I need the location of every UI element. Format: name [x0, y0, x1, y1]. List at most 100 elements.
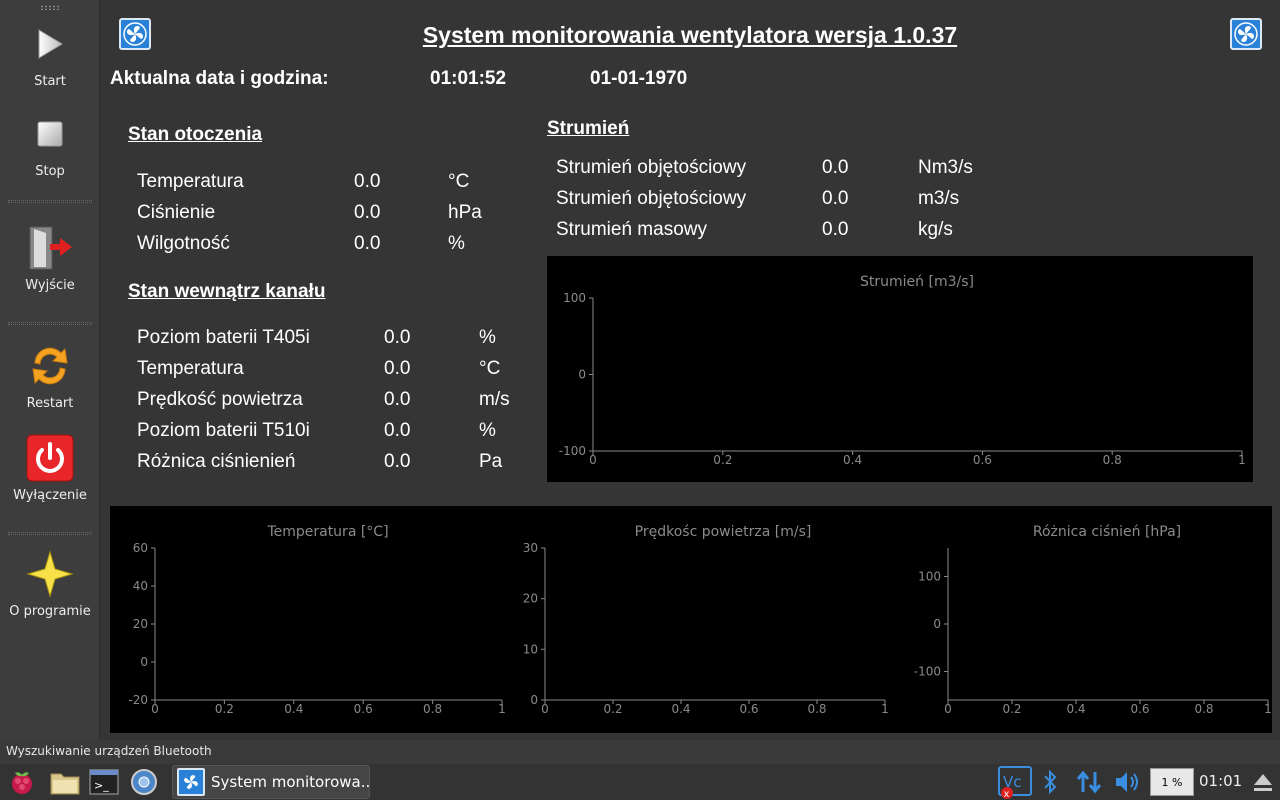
x-tick-label: 0.2 [215, 702, 234, 716]
y-tick-label: 20 [523, 592, 538, 606]
x-tick-label: 0.8 [1103, 453, 1122, 467]
restart-button[interactable]: Restart [0, 340, 100, 411]
folder-icon[interactable] [48, 766, 82, 798]
x-tick-label: 0.4 [1066, 702, 1085, 716]
duct-heading: Stan wewnątrz kanału [128, 281, 326, 302]
flow-unit: kg/s [918, 219, 953, 240]
y-tick-label: 0 [933, 617, 941, 631]
drag-grip[interactable] [40, 5, 60, 10]
flow-label: Strumień objętościowy [556, 188, 747, 209]
x-tick-label: 0.4 [284, 702, 303, 716]
flow-unit: Nm3/s [918, 157, 973, 178]
taskbar-clock[interactable]: 01:01 [1199, 772, 1242, 790]
x-tick-label: 0.8 [423, 702, 442, 716]
ambient-label: Temperatura [137, 171, 244, 192]
x-tick-label: 1 [881, 702, 889, 716]
duct-unit: m/s [479, 389, 510, 410]
main-area: System monitorowania wentylatora wersja … [100, 0, 1280, 740]
exit-door-icon [24, 222, 76, 274]
duct-label: Różnica ciśnienień [137, 451, 296, 472]
ambient-value: 0.0 [354, 233, 381, 254]
duct-label: Poziom baterii T405i [137, 327, 310, 348]
eject-icon[interactable] [1250, 766, 1276, 798]
restart-arrows-icon [24, 340, 76, 392]
y-tick-label: 0 [140, 655, 148, 669]
duct-value: 0.0 [384, 389, 411, 410]
duct-unit: Pa [479, 451, 503, 472]
flow-chart-panel: Strumień [m3/s] 100 0 -100 0 0.2 0.4 0.6 0.8 1 [547, 256, 1253, 482]
duct-value: 0.0 [384, 358, 411, 379]
ambient-value: 0.0 [354, 171, 381, 192]
datetime-label: Aktualna data i godzina: [110, 68, 329, 89]
y-tick-label: 100 [563, 291, 586, 305]
pressure-diff-chart: Różnica ciśnień [hPa] 100 0 -100 0 0.2 0.4 0.6 0… [914, 524, 1272, 716]
y-tick-label: 30 [523, 541, 538, 555]
duct-label: Prędkość powietrza [137, 389, 303, 410]
air-speed-chart: Prędkośc powietrza [m/s] 30 20 10 00 0.2 0.4 0.… [523, 524, 889, 716]
x-tick-label: 0 [944, 702, 952, 716]
volume-icon[interactable] [1112, 766, 1142, 798]
sidebar: Start Stop Wyjście Restart Wyłączenie O … [0, 0, 100, 740]
flow-value: 0.0 [822, 219, 849, 240]
start-label: Start [34, 74, 66, 89]
duct-value: 0.0 [384, 451, 411, 472]
y-tick-label: 60 [133, 541, 148, 555]
svg-text:x: x [1004, 789, 1010, 799]
x-tick-label: 0.6 [973, 453, 992, 467]
y-tick-label: 20 [133, 617, 148, 631]
terminal-icon[interactable]: >_ [88, 766, 120, 798]
vnc-icon[interactable]: Vc x [996, 766, 1034, 799]
duct-unit: °C [479, 358, 501, 379]
about-label: O programie [9, 604, 91, 619]
flow-heading: Strumień [547, 118, 630, 139]
status-message: Wyszukiwanie urządzeń Bluetooth [6, 744, 212, 758]
browser-icon[interactable] [128, 766, 160, 798]
chart-title: Strumień [m3/s] [860, 274, 974, 290]
duct-value: 0.0 [384, 327, 411, 348]
ambient-unit: °C [448, 171, 470, 192]
play-icon [24, 18, 76, 70]
ambient-value: 0.0 [354, 202, 381, 223]
current-time: 01:01:52 [430, 68, 507, 89]
y-tick-label: -100 [914, 665, 941, 679]
x-tick-label: 1 [1264, 702, 1272, 716]
duct-unit: % [479, 327, 496, 348]
raspberry-menu-icon[interactable] [6, 766, 38, 798]
shutdown-button[interactable]: Wyłączenie [0, 432, 100, 503]
taskbar-window-button[interactable]: System monitorowa... [172, 765, 370, 799]
network-icon[interactable] [1074, 766, 1104, 798]
ambient-unit: % [448, 233, 465, 254]
ambient-heading: Stan otoczenia [128, 124, 263, 145]
x-tick-label: 0.2 [1002, 702, 1021, 716]
x-tick-label: 0 [541, 702, 549, 716]
flow-label: Strumień objętościowy [556, 157, 747, 178]
bluetooth-icon[interactable] [1040, 766, 1060, 798]
stop-label: Stop [35, 164, 65, 179]
flow-label: Strumień masowy [556, 219, 707, 240]
x-tick-label: 0 [151, 702, 159, 716]
y-tick-label: 10 [523, 642, 538, 656]
y-tick-label: 40 [133, 579, 148, 593]
cpu-usage-monitor[interactable]: 1 % [1150, 768, 1194, 796]
ambient-unit: hPa [448, 202, 482, 223]
x-tick-label: 0.2 [603, 702, 622, 716]
start-button[interactable]: Start [0, 18, 100, 89]
x-tick-label: 1 [1238, 453, 1246, 467]
restart-label: Restart [26, 396, 74, 411]
y-tick-label: 100 [918, 570, 941, 584]
stop-button[interactable]: Stop [0, 108, 100, 179]
taskbar: >_ System monitorowa... Vc x 1 % 01:01 [0, 764, 1280, 800]
exit-button[interactable]: Wyjście [0, 222, 100, 293]
chart-title: Prędkośc powietrza [m/s] [635, 524, 812, 540]
x-tick-label: 0.4 [843, 453, 862, 467]
separator [8, 532, 92, 535]
x-tick-label: 0.6 [739, 702, 758, 716]
duct-label: Temperatura [137, 358, 244, 379]
separator [8, 200, 92, 203]
y-tick-label: 0 [530, 693, 538, 707]
about-button[interactable]: O programie [0, 548, 100, 619]
fan-icon [177, 768, 205, 796]
bottom-charts-panel: Temperatura [°C] 60 40 20 0 -20 0 0.2 0.4 0.6 0.8 1… [110, 506, 1272, 733]
x-tick-label: 0.4 [671, 702, 690, 716]
flow-chart: Strumień [m3/s]1000-1000 0.2 0.4 0.6 0.8 1 [559, 274, 1246, 467]
